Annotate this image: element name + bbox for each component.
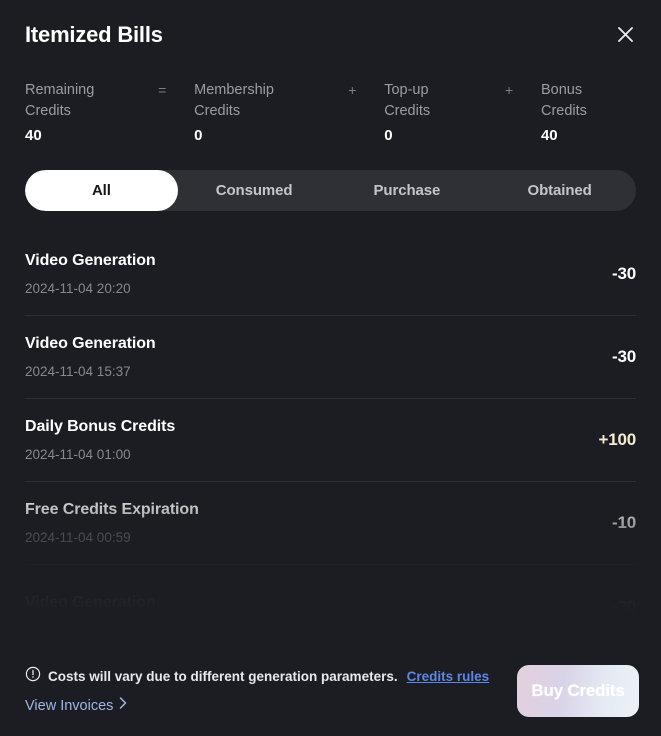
cost-note: Costs will vary due to different generat… [25, 666, 489, 687]
tab-purchase[interactable]: Purchase [331, 170, 484, 211]
summary-value: 0 [384, 127, 393, 144]
summary-label-line1: Membership [194, 82, 274, 98]
bill-date: 2024-11-04 15:37 [25, 364, 131, 379]
close-button[interactable] [611, 20, 639, 48]
summary-topup-credits: Top-up Credits 0 [384, 80, 503, 146]
summary-operator-equals: = [158, 82, 167, 98]
bill-title: Video Generation [25, 593, 156, 611]
bill-info: Video Generation 2024-11-04 15:37 [25, 333, 156, 381]
table-row[interactable]: Video Generation 2024-11-04 20:20 -30 [25, 233, 636, 316]
bills-list-region[interactable]: Video Generation 2024-11-04 20:20 -30 Vi… [0, 233, 661, 613]
bills-list: Video Generation 2024-11-04 20:20 -30 Vi… [0, 233, 661, 613]
summary-remaining-credits: Remaining Credits 40 [25, 80, 156, 146]
summary-membership-credits: Membership Credits 0 [194, 80, 346, 146]
bill-date: 2024-11-04 00:59 [25, 530, 131, 545]
tab-label: All [91, 182, 111, 199]
summary-label-line1: Top-up [384, 82, 429, 98]
bill-date: 2024-11-04 20:20 [25, 281, 131, 296]
summary-label-line2: Credits [540, 103, 587, 119]
tab-all[interactable]: All [25, 170, 178, 211]
bill-title: Video Generation [25, 335, 156, 352]
chevron-right-icon [118, 696, 128, 716]
table-row[interactable]: Video Generation 2024-11-04 15:37 -30 [25, 316, 636, 399]
tabs-container: All Consumed Purchase Obtained [0, 150, 661, 211]
summary-value: 0 [194, 127, 203, 144]
table-row[interactable]: Video Generation -30 [25, 565, 636, 614]
info-circle-icon [25, 666, 41, 687]
buy-credits-button[interactable]: Buy Credits [517, 665, 639, 717]
credits-rules-link[interactable]: Credits rules [407, 668, 490, 686]
summary-label-line1: Remaining [25, 82, 95, 98]
footer-left: Costs will vary due to different generat… [25, 666, 489, 716]
bill-info: Free Credits Expiration 2024-11-04 00:59 [25, 499, 199, 547]
close-icon [616, 25, 635, 44]
bill-title: Video Generation [25, 252, 156, 269]
bill-info: Daily Bonus Credits 2024-11-04 01:00 [25, 416, 175, 464]
summary-value: 40 [540, 127, 558, 144]
bill-title: Free Credits Expiration [25, 501, 199, 518]
credits-summary: Remaining Credits 40 = Membership Credit… [0, 62, 661, 150]
table-row[interactable]: Free Credits Expiration 2024-11-04 00:59… [25, 482, 636, 565]
tab-label: Obtained [527, 182, 592, 199]
modal-footer: Costs will vary due to different generat… [0, 646, 661, 736]
tab-label: Consumed [215, 182, 293, 199]
tab-bar: All Consumed Purchase Obtained [25, 170, 636, 211]
view-invoices-label: View Invoices [25, 698, 114, 714]
bill-info: Video Generation 2024-11-04 20:20 [25, 250, 156, 298]
summary-operator-plus-1: + [348, 82, 357, 98]
tab-consumed[interactable]: Consumed [178, 170, 331, 211]
bill-amount: -10 [612, 513, 636, 532]
buy-credits-label: Buy Credits [531, 681, 625, 700]
view-invoices-link[interactable]: View Invoices [25, 696, 489, 716]
cost-note-text: Costs will vary due to different generat… [48, 668, 398, 684]
tab-obtained[interactable]: Obtained [483, 170, 636, 211]
summary-label-line2: Credits [194, 103, 241, 119]
table-row[interactable]: Daily Bonus Credits 2024-11-04 01:00 +10… [25, 399, 636, 482]
bill-amount: -30 [612, 347, 636, 366]
summary-label-line2: Credits [25, 103, 71, 119]
summary-bonus-credits: Bonus Credits 40 [541, 80, 636, 146]
bill-title: Daily Bonus Credits [25, 418, 176, 435]
bill-date: 2024-11-04 01:00 [25, 447, 131, 462]
page-title: Itemized Bills [25, 22, 163, 47]
summary-operator-plus-2: + [504, 82, 514, 98]
bill-amount: +100 [598, 430, 637, 449]
summary-label-line2: Credits [384, 103, 431, 119]
summary-label-line1: Bonus [540, 82, 583, 98]
summary-value: 40 [25, 127, 42, 144]
tab-label: Purchase [373, 182, 441, 199]
bill-amount: -30 [612, 264, 636, 283]
modal-header: Itemized Bills [0, 0, 661, 62]
bill-info: Video Generation [25, 592, 156, 614]
bill-amount: -30 [612, 596, 636, 614]
